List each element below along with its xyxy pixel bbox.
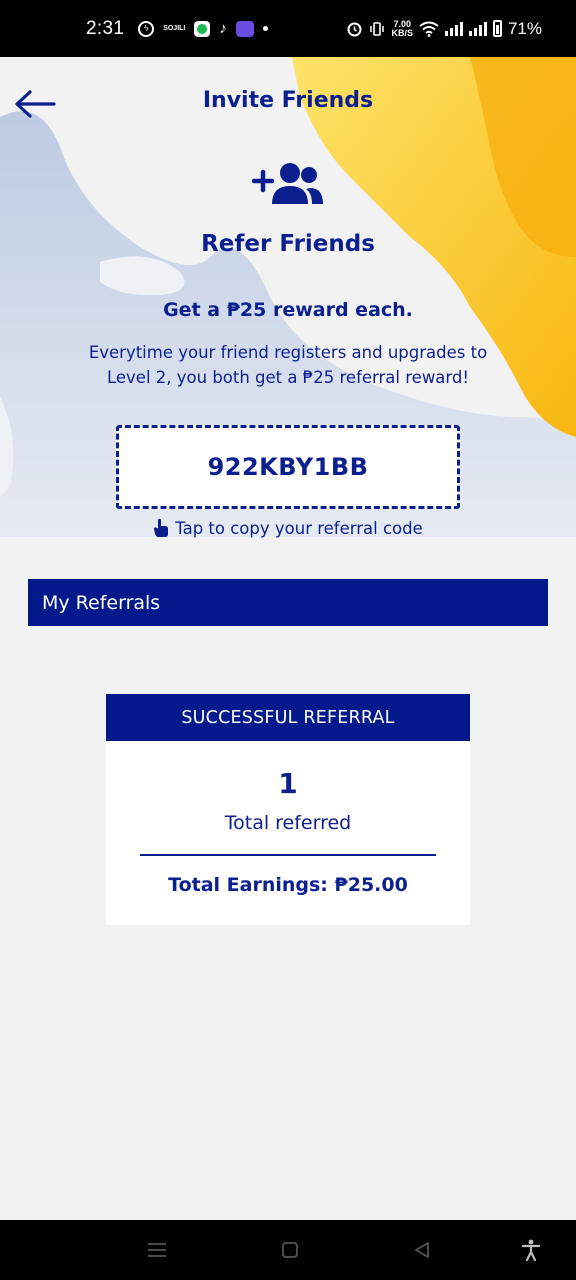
referral-count: 1	[278, 767, 298, 800]
accessibility-icon	[521, 1239, 541, 1261]
card-divider	[140, 854, 436, 856]
card-header: SUCCESSFUL REFERRAL	[106, 694, 470, 741]
spotify-icon	[194, 20, 211, 37]
recents-button[interactable]	[146, 1238, 168, 1262]
status-right: 7.00 KB/S 71%	[346, 19, 542, 39]
nav-back-button[interactable]	[412, 1238, 432, 1262]
app-badge-text: SOJILI	[163, 25, 186, 32]
referral-count-label: Total referred	[224, 812, 352, 834]
copy-hint-text: Tap to copy your referral code	[175, 518, 423, 538]
page-title: Invite Friends	[202, 88, 374, 113]
messenger-icon: ϟ	[138, 20, 155, 37]
battery-percent: 71%	[507, 18, 542, 38]
network-speed: 7.00 KB/S	[391, 19, 413, 38]
net-speed-unit: KB/S	[391, 27, 413, 38]
copy-hint[interactable]: Tap to copy your referral code	[0, 518, 576, 538]
my-referrals-header: My Referrals	[28, 579, 548, 626]
square-home-icon	[282, 1242, 298, 1258]
status-app-icons: ϟ SOJILI ♪	[138, 20, 268, 37]
signal-icon-2	[468, 21, 487, 36]
referral-code-box[interactable]: 922KBY1BB	[116, 425, 460, 509]
my-referrals-label: My Referrals	[42, 591, 161, 614]
alarm-icon	[347, 22, 362, 37]
reward-description: Everytime your friend registers and upgr…	[88, 343, 488, 387]
tiktok-icon: ♪	[219, 20, 227, 37]
triangle-back-icon	[415, 1242, 429, 1258]
system-nav-bar	[0, 1220, 576, 1280]
add-user-group-icon	[252, 163, 323, 204]
home-button[interactable]	[280, 1238, 300, 1262]
reward-headline: Get a ₱25 reward each.	[163, 299, 413, 321]
menu-lines-icon	[148, 1243, 166, 1257]
total-earnings: Total Earnings: ₱25.00	[168, 874, 408, 896]
wifi-icon	[419, 21, 439, 37]
accessibility-button[interactable]	[520, 1238, 542, 1262]
status-time: 2:31	[86, 17, 125, 39]
vibrate-icon	[370, 21, 385, 36]
battery-icon	[492, 20, 502, 37]
successful-referral-card: SUCCESSFUL REFERRAL 1 Total referred Tot…	[106, 694, 470, 925]
refer-title: Refer Friends	[201, 231, 375, 257]
status-bar: 2:31 ϟ SOJILI ♪ 7.00 KB/S 71%	[0, 0, 576, 57]
referral-code: 922KBY1BB	[207, 453, 369, 481]
signal-icon	[444, 21, 463, 36]
hand-pointer-icon	[154, 518, 169, 537]
discord-icon	[235, 20, 254, 37]
notification-dot-icon	[262, 26, 268, 31]
